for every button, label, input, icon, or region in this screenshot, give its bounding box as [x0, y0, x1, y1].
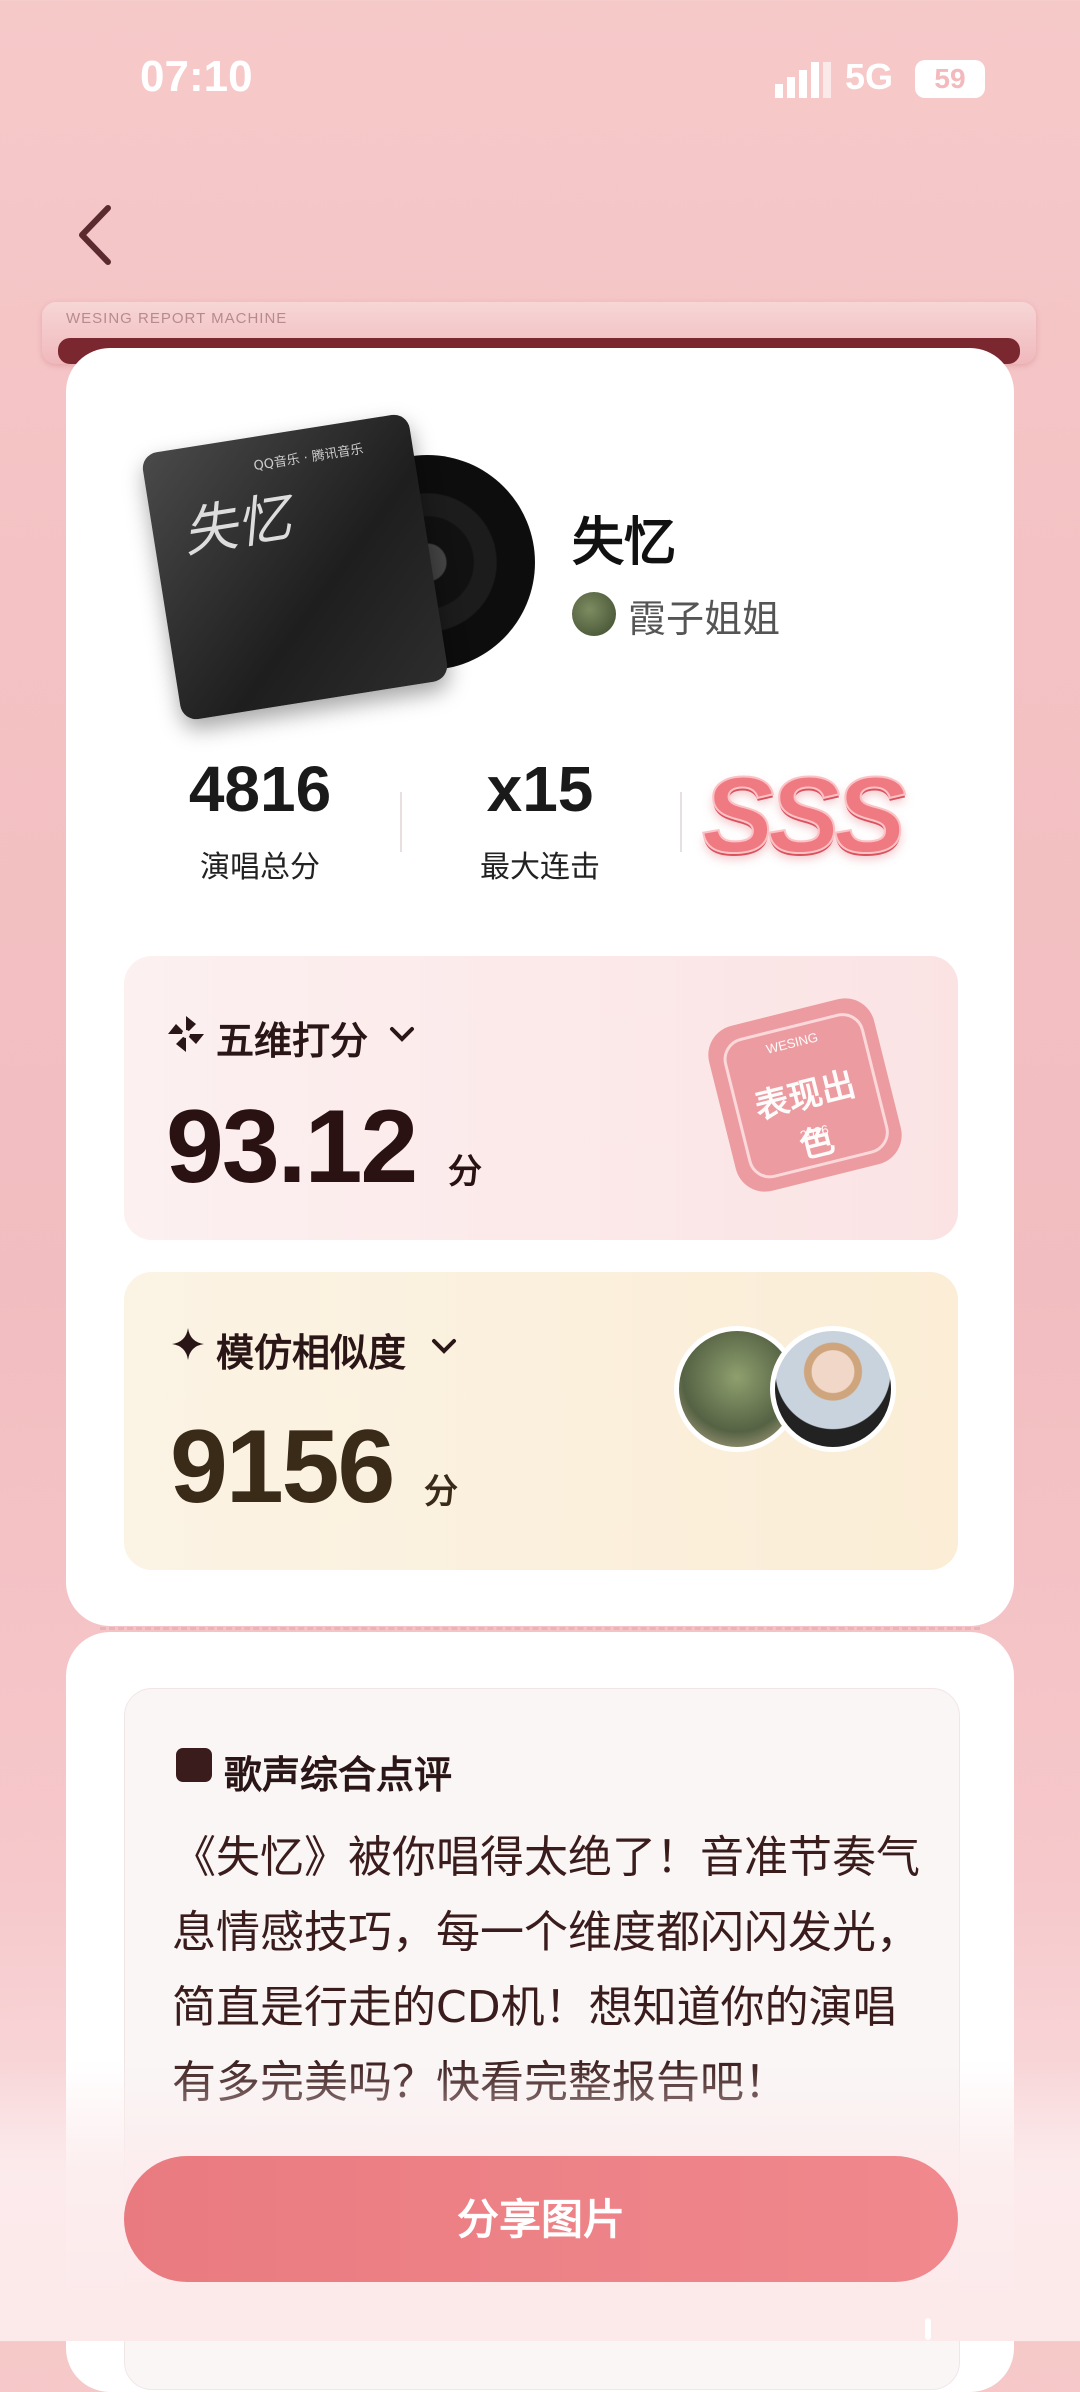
singer-name[interactable]: 霞子姐姐 — [628, 588, 780, 643]
total-score-label: 演唱总分 — [200, 850, 320, 885]
report-machine-label: WESING REPORT MACHINE — [66, 310, 288, 327]
pinwheel-icon — [168, 1016, 204, 1052]
original-singer-avatar — [770, 1326, 896, 1452]
album-cover-title: 失忆 — [178, 485, 295, 565]
chevron-down-icon[interactable] — [388, 1024, 416, 1044]
imitation-unit: 分 — [424, 1472, 458, 1512]
max-combo-label: 最大连击 — [480, 850, 600, 885]
back-chevron-icon[interactable] — [70, 200, 120, 270]
battery-icon: 59 — [915, 60, 985, 98]
five-dim-title[interactable]: 五维打分 — [216, 1010, 368, 1065]
stat-divider — [400, 792, 402, 852]
network-label: 5G — [845, 56, 894, 97]
status-time: 07:10 — [140, 52, 253, 101]
review-title: 歌声综合点评 — [224, 1753, 453, 1797]
album-cover-logo: QQ音乐 · 腾讯音乐 — [252, 441, 365, 475]
chevron-down-icon[interactable] — [430, 1336, 458, 1356]
stat-divider — [680, 792, 682, 852]
total-score-value: 4816 — [188, 753, 332, 825]
sparkle-icon — [172, 1328, 204, 1360]
perforation-line — [100, 1627, 980, 1630]
imitation-title[interactable]: 模仿相似度 — [216, 1322, 406, 1377]
signal-icon — [775, 62, 831, 98]
five-dim-score: 93.12 — [166, 1089, 418, 1205]
album-cover: QQ音乐 · 腾讯音乐 失忆 — [140, 412, 450, 722]
five-dim-unit: 分 — [448, 1152, 482, 1192]
singer-avatar[interactable] — [572, 592, 616, 636]
imitation-score: 9156 — [170, 1409, 395, 1525]
song-title: 失忆 — [572, 513, 677, 573]
share-image-button[interactable]: 分享图片 — [124, 2156, 958, 2282]
grade-badge: SSS — [701, 753, 907, 876]
home-indicator — [925, 2318, 931, 2340]
comment-icon — [176, 1748, 212, 1782]
max-combo-value: x15 — [486, 753, 594, 825]
